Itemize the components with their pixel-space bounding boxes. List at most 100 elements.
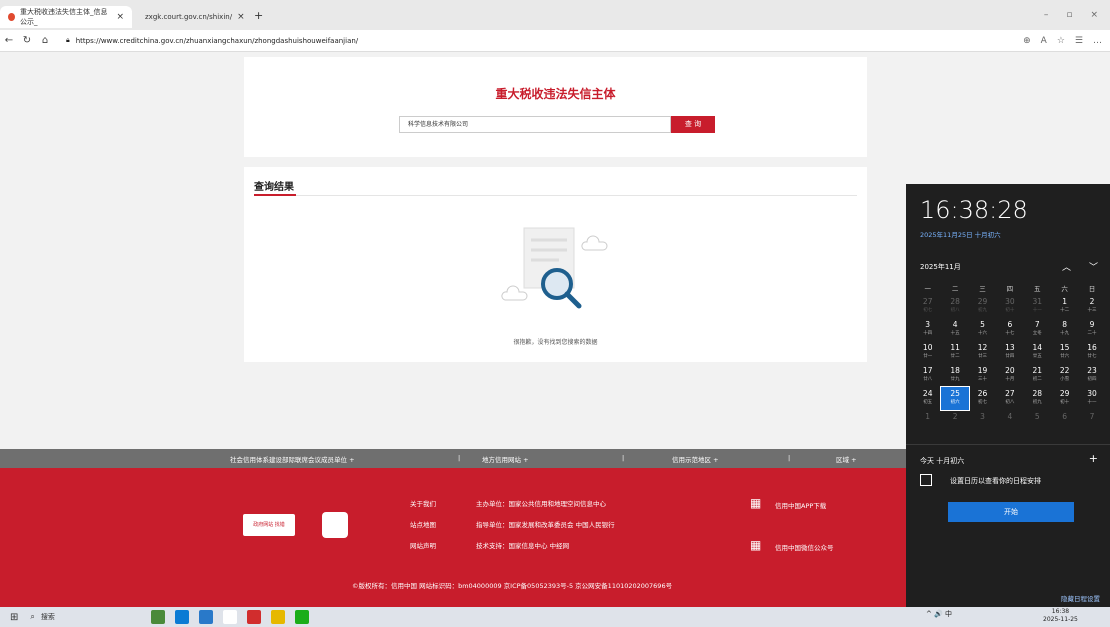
home-icon[interactable]: ⌂ <box>36 35 54 46</box>
qr-code-icon: ▦ <box>750 538 762 552</box>
footer-link-about[interactable]: 关于我们 <box>410 498 436 508</box>
calendar-day[interactable]: 29 初九 <box>969 295 996 318</box>
search-input[interactable]: 科学信息技术有限公司 <box>399 116 671 133</box>
calendar-day[interactable]: 7 <box>1078 410 1105 433</box>
calendar-day[interactable]: 2 <box>941 410 968 433</box>
calendar-day[interactable]: 30 十一 <box>1078 387 1105 410</box>
taskbar-clock[interactable]: 16:38 2025-11-25 <box>1043 608 1078 624</box>
calendar-day[interactable]: 15 廿六 <box>1051 341 1078 364</box>
folder-icon[interactable] <box>270 610 285 624</box>
footer-nav-demo[interactable]: 信用示范地区 + <box>672 454 719 464</box>
file-icon[interactable] <box>222 610 237 624</box>
calendar-month[interactable]: 2025年11月 <box>920 262 961 272</box>
tab-court[interactable]: zxgk.court.gov.cn/shixin/ × <box>132 6 250 28</box>
start-button[interactable]: 开始 <box>948 502 1074 522</box>
calendar-day[interactable]: 17 廿八 <box>914 364 941 387</box>
calendar-day[interactable]: 10 廿一 <box>914 341 941 364</box>
calendar-day[interactable]: 11 廿二 <box>941 341 968 364</box>
start-icon[interactable]: ⊞ <box>10 612 18 623</box>
calendar-grid: 一二三四五六日 27 初七 28 初八 29 初九 30 初十 31 十一 1 十二 2 十三 3 十四 4 十五… <box>914 279 1106 433</box>
favorites-icon[interactable]: ☰ <box>1075 36 1083 46</box>
calendar-day[interactable]: 4 <box>996 410 1023 433</box>
calendar-day[interactable]: 28 初九 <box>1024 387 1051 410</box>
back-icon[interactable]: ← <box>0 35 18 46</box>
wechat-link[interactable]: 信用中国微信公众号 <box>775 542 834 552</box>
results-card: 查询结果 很抱歉，没有找到您搜索的数据 <box>244 167 867 362</box>
more-icon[interactable]: … <box>1093 36 1102 46</box>
app-icon[interactable] <box>150 610 165 624</box>
edge-icon[interactable] <box>174 610 189 624</box>
footer-nav-region[interactable]: 区域 + <box>836 454 857 464</box>
calendar-date[interactable]: 2025年11月25日 十月初六 <box>920 229 1001 239</box>
lunar-date: 初四 <box>1087 377 1097 382</box>
favicon-icon <box>8 13 15 21</box>
footer-nav-local[interactable]: 地方信用网站 + <box>482 454 529 464</box>
calendar-day[interactable]: 5 十六 <box>969 318 996 341</box>
footer-link-sitemap[interactable]: 站点地图 <box>410 519 436 529</box>
calendar-day[interactable]: 27 初七 <box>914 295 941 318</box>
calendar-day[interactable]: 16 廿七 <box>1078 341 1105 364</box>
calendar-day[interactable]: 14 廿五 <box>1024 341 1051 364</box>
calendar-day[interactable]: 23 初四 <box>1078 364 1105 387</box>
calendar-day[interactable]: 31 十一 <box>1024 295 1051 318</box>
hide-agenda-link[interactable]: 隐藏日程设置 <box>1061 593 1100 603</box>
calendar-day[interactable]: 2 十三 <box>1078 295 1105 318</box>
calendar-day[interactable]: 8 十九 <box>1051 318 1078 341</box>
favorite-icon[interactable]: ☆ <box>1057 36 1065 46</box>
minimize-icon[interactable]: – <box>1044 10 1049 20</box>
close-icon[interactable]: × <box>1090 10 1098 20</box>
calendar-day[interactable]: 3 十四 <box>914 318 941 341</box>
calendar-day[interactable]: 7 立冬 <box>1024 318 1051 341</box>
footer-nav-ministries[interactable]: 社会信用体系建设部际联席会议成员单位 + <box>230 454 355 464</box>
calendar-day[interactable]: 13 廿四 <box>996 341 1023 364</box>
calendar-day[interactable]: 3 <box>969 410 996 433</box>
calendar-day[interactable]: 4 十五 <box>941 318 968 341</box>
calendar-day[interactable]: 30 初十 <box>996 295 1023 318</box>
lunar-date: 廿五 <box>1032 354 1042 359</box>
calendar-day[interactable]: 29 初十 <box>1051 387 1078 410</box>
calendar-day[interactable]: 1 十二 <box>1051 295 1078 318</box>
lunar-date: 廿四 <box>1005 354 1015 359</box>
maximize-icon[interactable]: ▫ <box>1066 10 1072 20</box>
calendar-day[interactable]: 6 <box>1051 410 1078 433</box>
wechat-icon[interactable] <box>294 610 309 624</box>
calendar-day[interactable]: 19 三十 <box>969 364 996 387</box>
day-number: 2 <box>1089 297 1095 306</box>
gov-website-logo[interactable]: 政府网站 找错 <box>243 514 295 536</box>
calendar-day[interactable]: 25 初六 <box>940 386 970 411</box>
calendar-day[interactable]: 21 初二 <box>1024 364 1051 387</box>
calendar-day[interactable]: 18 廿九 <box>941 364 968 387</box>
lunar-date: 廿二 <box>950 354 960 359</box>
new-tab-icon[interactable]: + <box>254 9 263 22</box>
calendar-day[interactable]: 20 十月 <box>996 364 1023 387</box>
chevron-down-icon[interactable]: ﹀ <box>1089 260 1098 273</box>
calendar-day[interactable]: 24 初五 <box>914 387 941 410</box>
tray-icons[interactable]: ^ 🔊 中 <box>926 609 952 619</box>
taskbar-search-label[interactable]: 搜索 <box>41 612 55 622</box>
refresh-icon[interactable]: ↻ <box>18 35 36 46</box>
calendar-day[interactable]: 9 二十 <box>1078 318 1105 341</box>
party-emblem-logo[interactable] <box>322 512 348 538</box>
search-button[interactable]: 查 询 <box>671 116 715 133</box>
calendar-day[interactable]: 6 十七 <box>996 318 1023 341</box>
calendar-day[interactable]: 5 <box>1024 410 1051 433</box>
tab-credit[interactable]: 重大税收违法失信主体_信息公示_ × <box>0 6 132 28</box>
wps-icon[interactable] <box>246 610 261 624</box>
app-icon[interactable] <box>198 610 213 624</box>
zoom-icon[interactable]: ⊕ <box>1023 36 1031 46</box>
url-field[interactable]: 🔒︎ https://www.creditchina.gov.cn/zhuanx… <box>60 33 960 49</box>
footer-link-statement[interactable]: 网站声明 <box>410 540 436 550</box>
app-download-link[interactable]: 信用中国APP下载 <box>775 500 826 510</box>
chevron-up-icon[interactable]: ︿ <box>1062 260 1071 273</box>
calendar-day[interactable]: 22 小雪 <box>1051 364 1078 387</box>
calendar-day[interactable]: 12 廿三 <box>969 341 996 364</box>
calendar-day[interactable]: 27 初八 <box>996 387 1023 410</box>
calendar-day[interactable]: 26 初七 <box>969 387 996 410</box>
close-tab-icon[interactable]: × <box>237 12 245 22</box>
read-aloud-icon[interactable]: A <box>1041 36 1047 46</box>
calendar-day[interactable]: 28 初八 <box>941 295 968 318</box>
add-event-icon[interactable]: + <box>1089 452 1098 465</box>
search-icon[interactable]: ⌕ <box>30 612 34 622</box>
calendar-day[interactable]: 1 <box>914 410 941 433</box>
close-tab-icon[interactable]: × <box>116 12 124 22</box>
